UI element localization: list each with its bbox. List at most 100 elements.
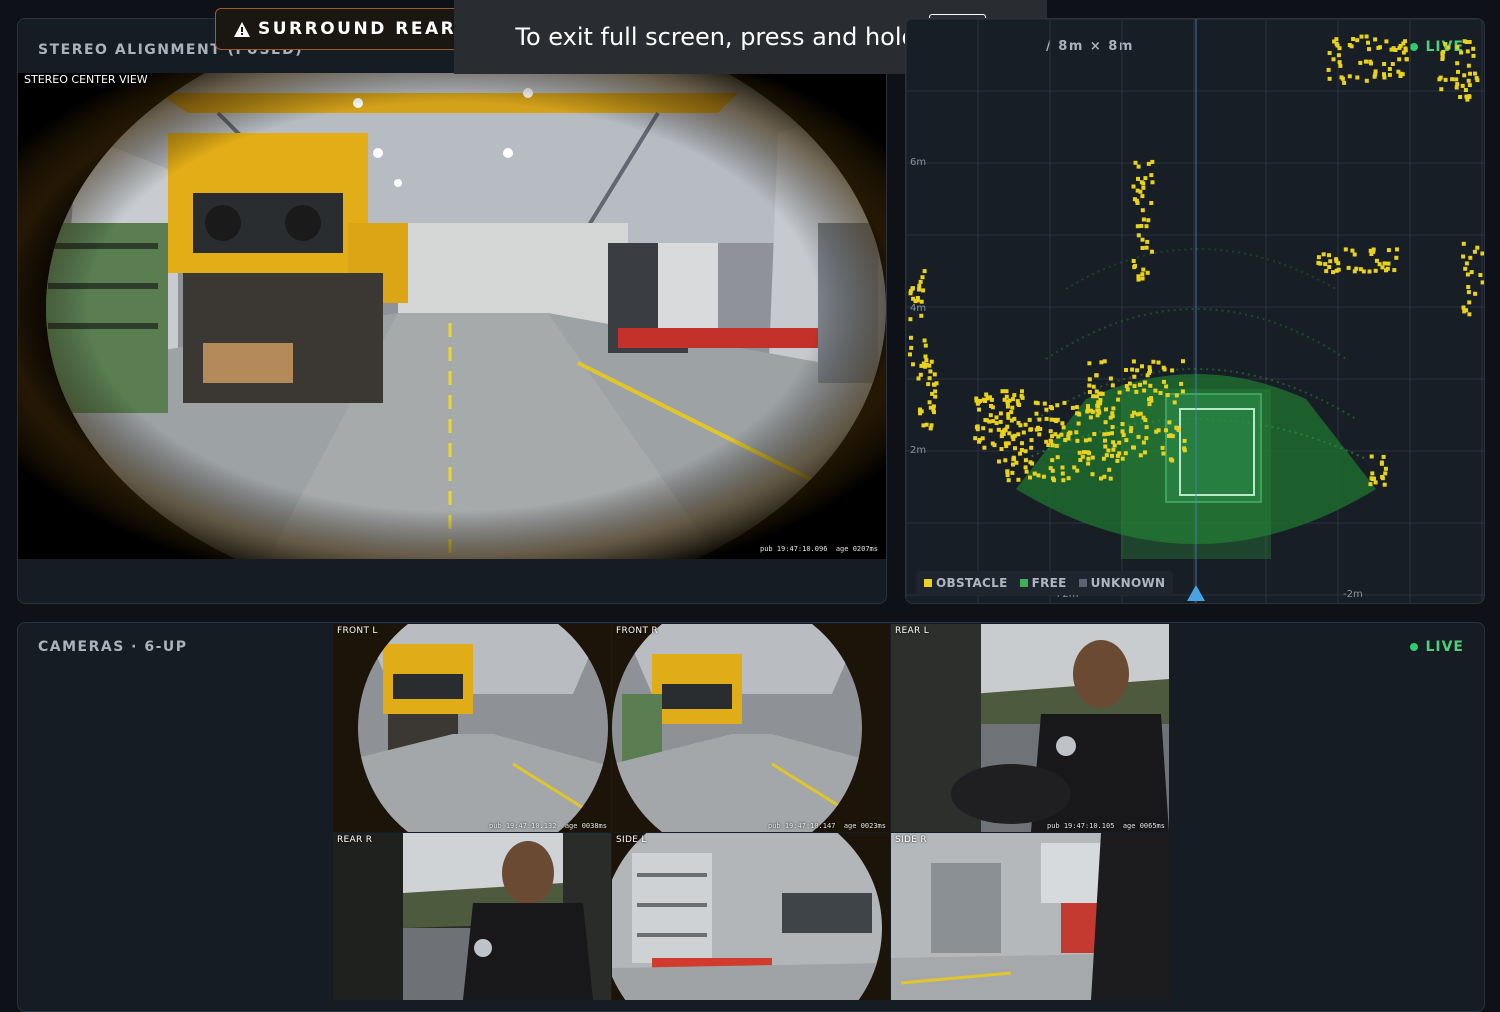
obstacle-point [908,352,912,357]
obstacle-point [1403,39,1407,44]
obstacle-point [1459,50,1464,55]
obstacle-point [1016,477,1021,482]
obstacle-point [1463,266,1468,271]
obstacle-point [1108,476,1113,481]
obstacle-point [1029,427,1034,432]
obstacle-point [1054,443,1059,448]
occupancy-grid[interactable] [906,19,1485,604]
obstacle-point [1131,359,1136,364]
obstacle-point [1133,263,1137,268]
obstacle-point [1383,471,1388,476]
obstacle-point [1182,448,1187,453]
obstacle-point [1055,403,1060,408]
obstacle-point [1056,434,1061,439]
camera-rear-l[interactable]: REAR L pub 19:47:10.105 age 0065ms [891,624,1169,832]
obstacle-point [1140,194,1145,199]
camera-side-l[interactable]: SIDE L [612,833,890,1000]
obstacle-point [1323,262,1328,267]
obstacle-point [994,421,999,426]
obstacle-point [1023,465,1028,470]
obstacle-point [1465,272,1470,277]
obstacle-point [1466,63,1471,68]
camera-front-l[interactable]: FRONT L pub 19:47:10.132 age 0038ms [333,624,611,832]
obstacle-point [1060,421,1065,426]
obstacle-point [997,459,1001,464]
obstacle-point [922,269,927,274]
camera-front-r-label: FRONT R [616,626,658,636]
obstacle-point [1136,176,1140,181]
obstacle-point [1136,164,1141,169]
obstacle-point [1131,184,1136,189]
camera-rear-r[interactable]: REAR R [333,833,611,1000]
obstacle-point [1471,46,1476,51]
obstacle-point [1327,265,1332,269]
obstacle-point [1090,472,1095,477]
obstacle-point [1072,465,1077,470]
obstacle-point [1148,383,1153,388]
fullscreen-message: To exit full screen, press and hold [515,23,917,51]
obstacle-point [1146,161,1151,166]
obstacle-point [1140,272,1145,277]
camera-side-r[interactable]: SIDE R [891,833,1169,1000]
obstacle-point [1359,34,1364,39]
obstacle-point [1440,57,1445,61]
obstacle-point [1117,451,1122,456]
obstacle-point [1095,413,1100,418]
obstacle-point [1335,43,1340,48]
obstacle-point [918,279,923,284]
obstacle-point [922,338,927,343]
obstacle-point [1466,285,1471,289]
obstacle-point [1331,270,1336,275]
obstacle-point [1060,471,1065,476]
cameras-panel-title: CAMERAS · 6-UP [38,639,188,655]
obstacle-point [1061,478,1066,483]
obstacle-point [930,391,935,396]
obstacle-point [1172,400,1177,405]
obstacle-point [1327,51,1332,55]
ego-position-marker [1187,585,1205,601]
obstacle-point [1382,482,1387,487]
obstacle-point [1077,450,1082,455]
obstacle-point [1160,445,1165,450]
obstacle-point [1009,410,1014,415]
obstacle-point [1324,269,1329,274]
obstacle-point [1108,376,1113,381]
obstacle-point [1144,224,1149,229]
obstacle-point [1037,432,1042,437]
obstacle-point [1087,361,1092,366]
obstacle-point [985,396,990,401]
obstacle-point [1044,439,1049,444]
stereo-video[interactable]: STEREO CENTER VIEW pub 19:47:10.096 age … [18,73,886,559]
obstacle-point [1145,239,1150,244]
obstacle-point [1455,61,1460,66]
surround-rear-alert[interactable]: SURROUND REAR [215,8,465,50]
obstacle-point [1465,49,1470,54]
obstacle-point [1465,97,1470,102]
cameras-live-indicator: LIVE [1410,639,1464,655]
obstacle-point [916,376,921,381]
obstacle-point [932,372,937,377]
obstacle-point [1088,408,1093,413]
camera-rear-l-label: REAR L [895,626,930,636]
camera-front-r[interactable]: FRONT R pub 19:47:10.147 age 0023ms [612,624,890,832]
obstacle-point [1074,430,1079,435]
obstacle-point [1134,198,1139,203]
range-label-6m: 6m [910,157,927,168]
obstacle-point [1181,359,1185,364]
obstacle-point [1012,393,1017,398]
obstacle-point [1475,78,1480,83]
obstacle-point [1106,431,1111,436]
obstacle-point [1170,434,1175,439]
obstacle-point [1023,458,1028,463]
obstacle-point [918,372,923,377]
obstacle-point [981,426,986,431]
obstacle-point [999,447,1004,451]
obstacle-point [1332,39,1337,44]
obstacle-point [1150,180,1155,185]
obstacle-point [1170,368,1175,373]
obstacle-point [1124,368,1128,372]
obstacle-point [1179,381,1184,386]
obstacle-point [1466,78,1471,83]
camera-front-r-scene [612,624,890,832]
obstacle-point [1336,261,1341,266]
